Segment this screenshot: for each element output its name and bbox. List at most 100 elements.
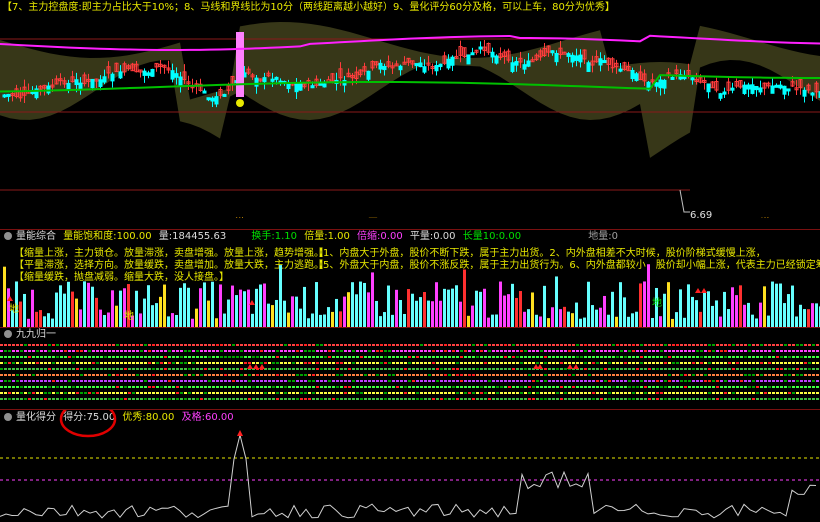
stripe-cell [404,398,407,400]
stripe-cell [132,362,135,364]
up-arrow-icon [237,430,243,436]
stripe-cell [140,386,143,388]
stripe-cell [300,392,303,394]
stripe-cell [472,344,475,346]
candle-body [510,62,515,72]
stripe-cell [440,380,443,382]
stripe-cell [56,356,59,358]
stripe-cell [472,374,475,376]
stripe-cell [84,374,87,376]
stripe-cell [184,392,187,394]
volume-bar [95,297,98,327]
stripe-cell [808,380,811,382]
stripe-cell [36,398,39,400]
ninenine-stripes-chart[interactable] [0,328,820,409]
stripe-cell [664,344,667,346]
stripe-cell [276,368,279,370]
stripe-cell [328,350,331,352]
stripe-cell [716,368,719,370]
stripe-cell [684,362,687,364]
stripe-cell [608,392,611,394]
stripe-cell [24,368,27,370]
stripe-cell [332,392,335,394]
candlestick-chart[interactable] [0,0,820,218]
score-panel[interactable]: 量化得分 得分:75.00 优秀:80.00 及格:60.00 [0,410,820,522]
stripe-cell [568,362,571,364]
stripe-cell [744,398,747,400]
stripe-cell [564,356,567,358]
stripe-cell [388,398,391,400]
stripe-cell [648,350,651,352]
stripe-cell [608,380,611,382]
stripe-cell [532,344,535,346]
stripe-cell [692,356,695,358]
stripe-cell [588,368,591,370]
stripe-cell [484,374,487,376]
volume-bar [795,316,798,327]
stripe-cell [584,392,587,394]
stripe-cell [96,386,99,388]
stripe-cell [400,368,403,370]
stripe-cell [124,344,127,346]
stripe-cell [664,356,667,358]
stripe-cell [56,398,59,400]
stripe-cell [572,344,575,346]
stripe-cell [4,398,7,400]
stripe-cell [424,356,427,358]
stripe-cell [796,392,799,394]
stripe-cell [692,392,695,394]
stripe-cell [728,392,731,394]
stripe-cell [204,344,207,346]
stripe-cell [332,386,335,388]
stripe-cell [188,362,191,364]
main-chart-panel[interactable]: 【7、主力控盘度:即主力占比大于10%；8、马线和界线比为10分（两线距离越小越… [0,0,820,218]
stripe-cell [356,350,359,352]
stripe-cell [300,362,303,364]
stripe-cell [624,392,627,394]
stripe-cell [220,398,223,400]
stripe-cell [604,392,607,394]
stripe-cell [408,386,411,388]
stripe-cell [436,350,439,352]
stripe-cell [232,398,235,400]
score-line-chart[interactable] [0,410,820,522]
stripe-cell [132,380,135,382]
stripe-cell [564,398,567,400]
stripe-cell [356,386,359,388]
stripe-cell [656,374,659,376]
stripe-cell [232,350,235,352]
stripe-cell [284,362,287,364]
stripe-cell [8,380,11,382]
stripe-cell [720,380,723,382]
candle-body [450,56,455,66]
stripe-cell [16,380,19,382]
stripe-cell [456,344,459,346]
stripe-cell [372,380,375,382]
volume-bar [211,281,214,327]
stripe-cell [776,398,779,400]
stripe-cell [484,350,487,352]
stripe-cell [24,392,27,394]
stripe-cell [132,356,135,358]
stripe-cell [612,392,615,394]
energy-panel[interactable]: 量能综合 量能饱和度:100.00 量:184455.63 换手:1.10 倍量… [0,230,820,327]
stripe-cell [176,380,179,382]
stripe-cell [172,386,175,388]
volume-bar [283,300,286,327]
ninenine-panel[interactable]: 九九归一 [0,328,820,409]
stripe-cell [548,368,551,370]
collapse-icon[interactable] [4,232,12,240]
stripe-cell [460,374,463,376]
stripe-cell [276,344,279,346]
stripe-cell [24,362,27,364]
stripe-cell [272,362,275,364]
stripe-cell [276,392,279,394]
stripe-cell [744,386,747,388]
stripe-cell [80,344,83,346]
stripe-cell [188,392,191,394]
stripe-cell [776,362,779,364]
stripe-cell [352,392,355,394]
volume-bar [3,266,6,327]
volume-bar [147,285,150,327]
stripe-cell [552,368,555,370]
